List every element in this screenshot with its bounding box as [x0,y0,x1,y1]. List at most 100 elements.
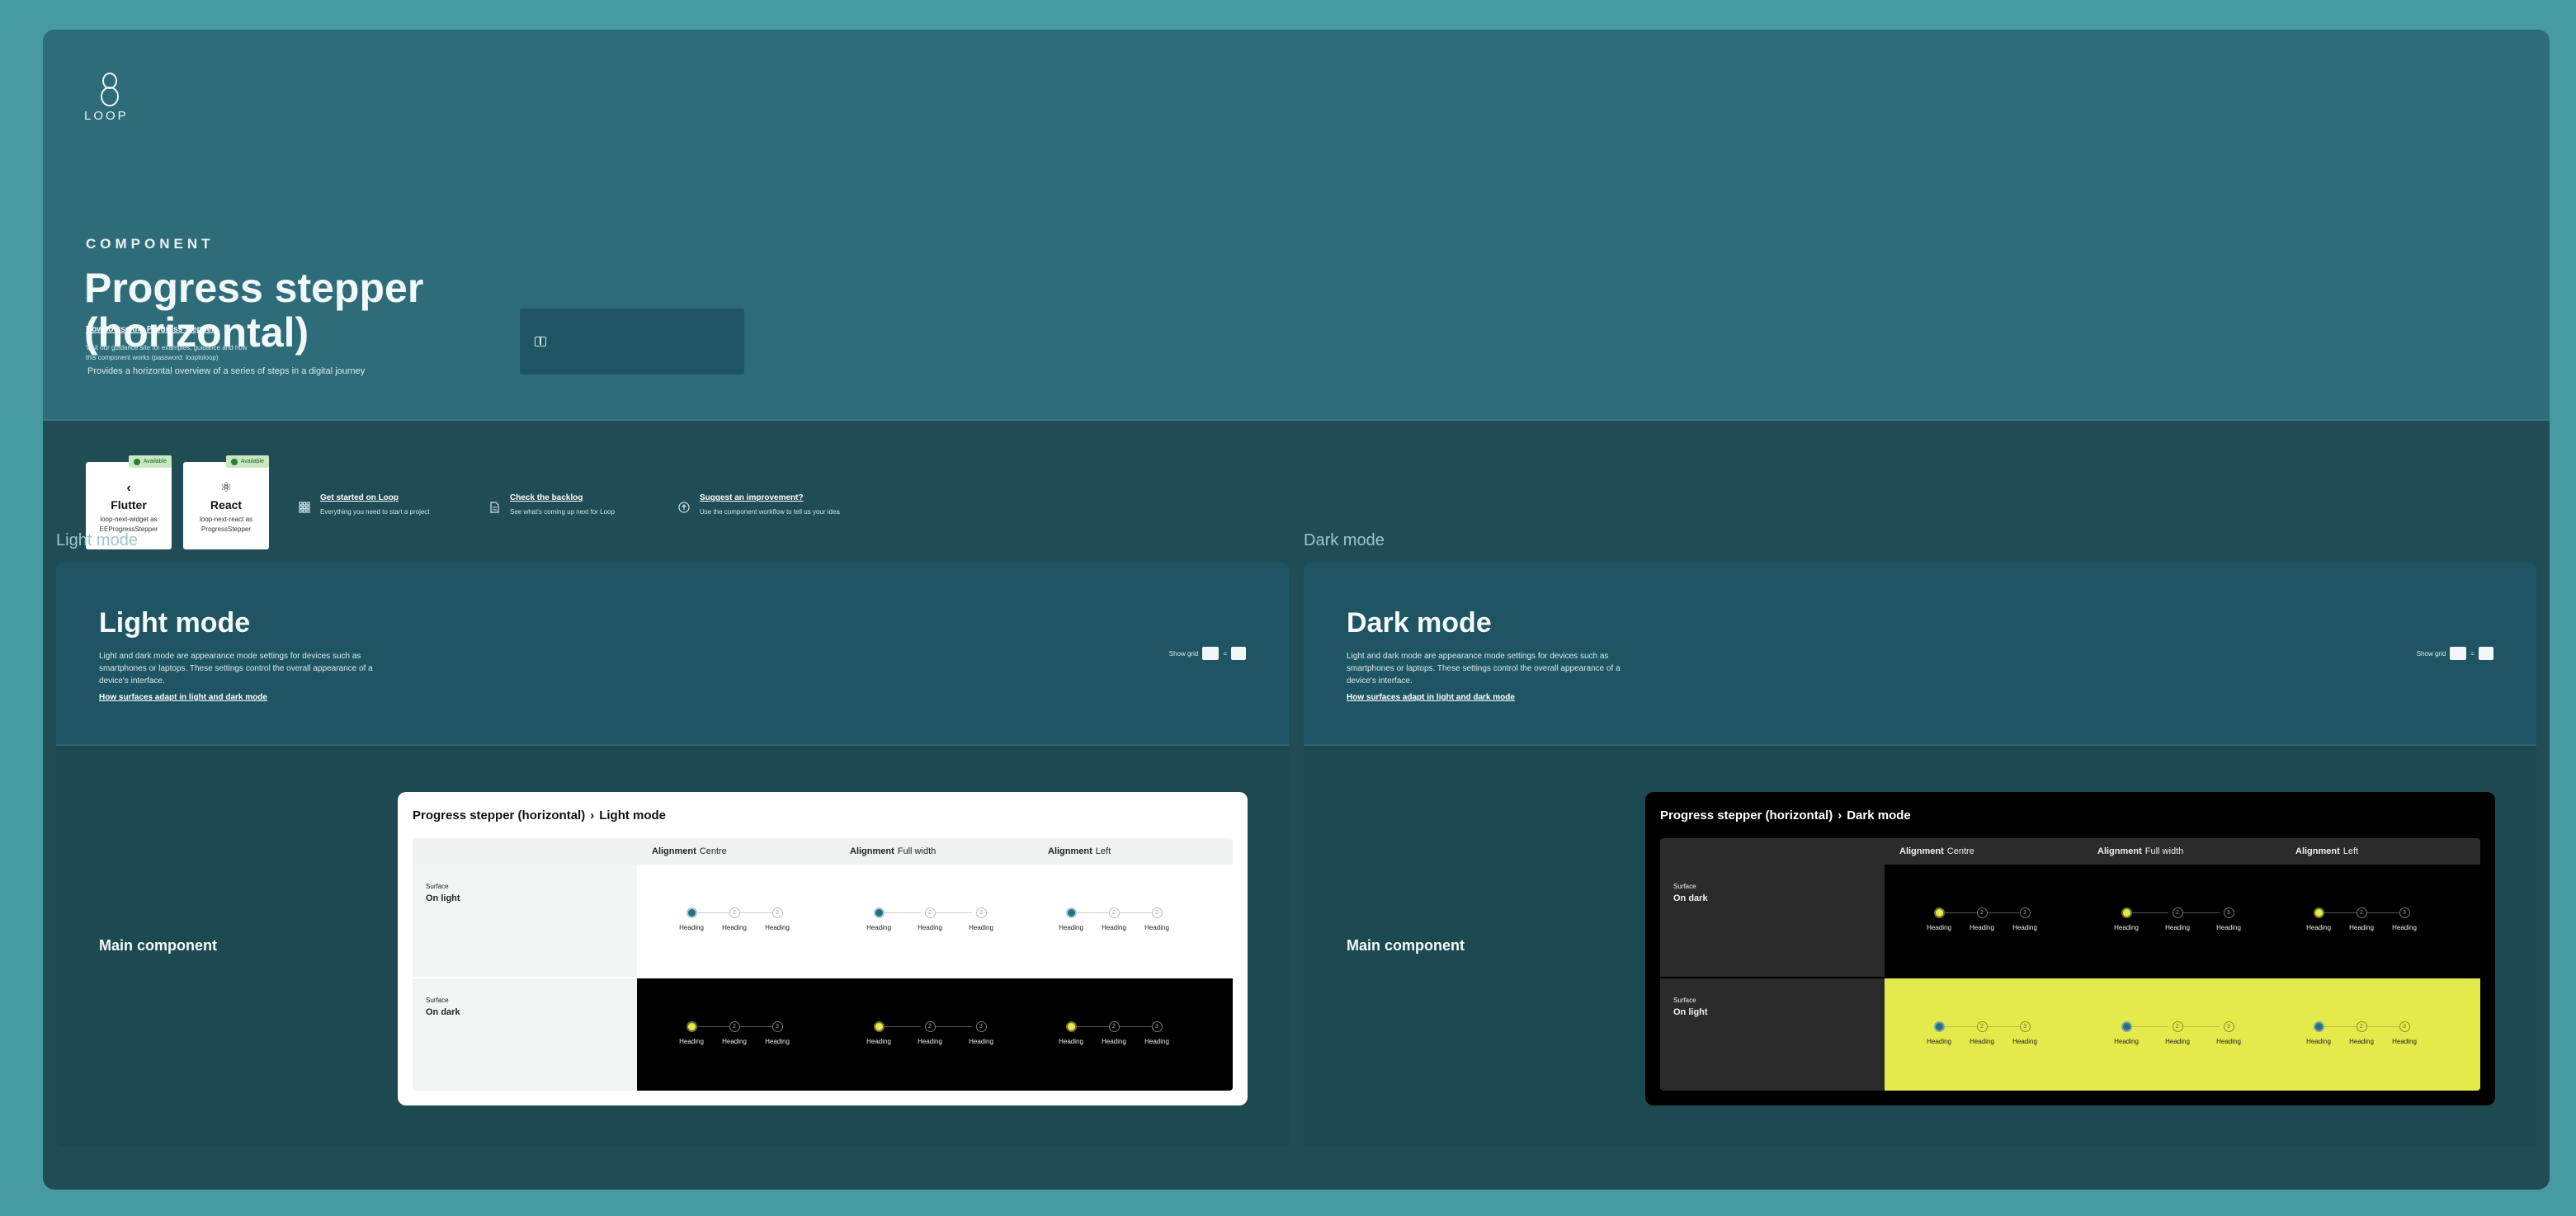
step-connector [2366,1026,2399,1027]
main-component-label: Main component [1347,937,1465,954]
step-connector [739,1026,772,1027]
show-grid-toggle[interactable] [2450,647,2467,660]
step-label: Heading [1102,924,1126,931]
step-item: Heading [2297,907,2357,931]
step-item: 2 Heading [904,1021,972,1045]
step-active-indicator [686,907,697,918]
document-icon [490,502,499,513]
step-item: Heading [2101,1021,2168,1045]
step-label: Heading [2349,1038,2374,1045]
step-indicator: 2 [729,1021,740,1032]
step-indicator: 3 [2019,1021,2031,1032]
progress-stepper: Heading 2 Heading 3 Heading [1918,907,2046,931]
step-active-indicator [1065,1021,1077,1032]
step-indicator: 2 [2172,1021,2183,1032]
show-grid-value[interactable] [1231,647,1246,660]
breadcrumb-component: Progress stepper (horizontal) [1660,808,1833,822]
step-label: Heading [969,924,993,931]
arrow-up-circle-icon [678,502,690,513]
step-active-indicator [2121,907,2132,918]
platform-package: loop-next-react as ProgressStepper [199,516,253,533]
demo-card-light: Progress stepper (horizontal) › Light mode… [398,792,1248,1105]
step-label: Heading [2392,1038,2417,1045]
step-indicator: 3 [2223,1021,2234,1032]
step-indicator: 3 [1151,1021,1163,1032]
page-header: LOOP COMPONENT Progress stepper (horizon… [43,30,2550,421]
step-label: Heading [765,924,790,931]
progress-stepper: Heading 2 Heading 3 Heading [1918,1021,2046,1045]
section-label-light: Light mode [56,531,138,549]
step-item: 2 Heading [713,1021,772,1045]
step-indicator: 2 [1108,907,1120,918]
column-header: Alignment Full width [2083,838,2281,865]
show-grid-label: Show grid [2416,649,2446,657]
step-item: 2 Heading [2340,1021,2399,1045]
step-indicator: 3 [2399,907,2410,918]
step-label: Heading [722,1038,747,1045]
step-connector [1987,1026,2020,1027]
quick-link-title[interactable]: Check the backlog [510,493,583,502]
table-cell: Heading 2 Heading 3 Heading [1033,978,1233,1091]
guide-link[interactable]: How to use the Progress stepper [86,325,215,334]
platform-name: React [210,498,243,511]
table-cell: Heading 2 Heading 3 Heading [1885,865,2084,977]
step-label: Heading [2012,924,2037,931]
step-connector [1944,912,1977,913]
step-label: Heading [2306,1038,2331,1045]
step-label: Heading [2114,1038,2139,1045]
progress-stepper: Heading 2 Heading 3 Heading [1050,1021,1178,1045]
step-label: Heading [679,924,704,931]
flutter-icon: ‹ [126,481,131,495]
progress-stepper: Heading 2 Heading 3 Heading [2101,907,2254,931]
column-header: Alignment Full width [835,838,1033,865]
step-item: 3 Heading [2003,907,2046,931]
step-label: Heading [866,924,891,931]
step-item: 3 Heading [1135,1021,1178,1045]
step-indicator: 2 [1108,1021,1120,1032]
row-header: Surface On dark [1660,865,1885,977]
quick-link-title[interactable]: Get started on Loop [320,493,399,502]
platform-name: Flutter [111,498,147,511]
step-connector [1076,1026,1109,1027]
row-header: Surface On light [1660,978,1885,1091]
show-grid-toggle[interactable] [1202,647,1220,660]
react-icon: ⚛ [219,481,233,495]
progress-stepper: Heading 2 Heading 3 Heading [670,1021,799,1045]
status-badge: Available [225,455,269,468]
column-header: Alignment Left [1033,838,1233,865]
eyebrow-label: COMPONENT [86,236,215,252]
step-label: Heading [866,1038,891,1045]
step-label: Heading [1059,924,1083,931]
step-label: Heading [2392,924,2417,931]
step-label: Heading [1970,924,1994,931]
guide-card[interactable] [520,309,744,375]
table-cell: Heading 2 Heading 3 Heading [637,978,837,1091]
step-indicator: 3 [2019,907,2031,918]
table-cell: Heading 2 Heading 3 Heading [2281,865,2480,977]
surfaces-link[interactable]: How surfaces adapt in light and dark mod… [99,693,267,702]
equals-icon: = [1223,649,1227,657]
step-label: Heading [1970,1038,1994,1045]
step-connector [2127,912,2168,913]
step-item: 2 Heading [1960,907,2020,931]
table-cell: Heading 2 Heading 3 Heading [2083,978,2282,1091]
step-item: Heading [2297,1021,2357,1045]
surfaces-link[interactable]: How surfaces adapt in light and dark mod… [1347,693,1515,702]
step-label: Heading [722,924,747,931]
quick-link-title[interactable]: Suggest an improvement? [700,493,804,502]
section-label-dark: Dark mode [1304,531,1385,549]
step-connector [2324,912,2357,913]
step-indicator: 3 [975,907,987,918]
variants-table: Alignment Centre Alignment Full width Alig… [413,838,1233,1091]
step-item: 2 Heading [1092,1021,1152,1045]
platform-card-react[interactable]: Available ⚛ React loop-next-react as Pro… [183,455,269,549]
main-component-label: Main component [99,937,217,954]
panel-heading: Dark mode [1347,607,1492,639]
step-item: Heading [853,1021,921,1045]
step-indicator: 3 [771,907,783,918]
step-label: Heading [1927,924,1951,931]
column-header: Alignment Left [2281,838,2480,865]
step-indicator: 2 [2356,907,2367,918]
demo-card-dark: Progress stepper (horizontal) › Dark mode … [1645,792,2495,1105]
show-grid-value[interactable] [2479,647,2493,660]
